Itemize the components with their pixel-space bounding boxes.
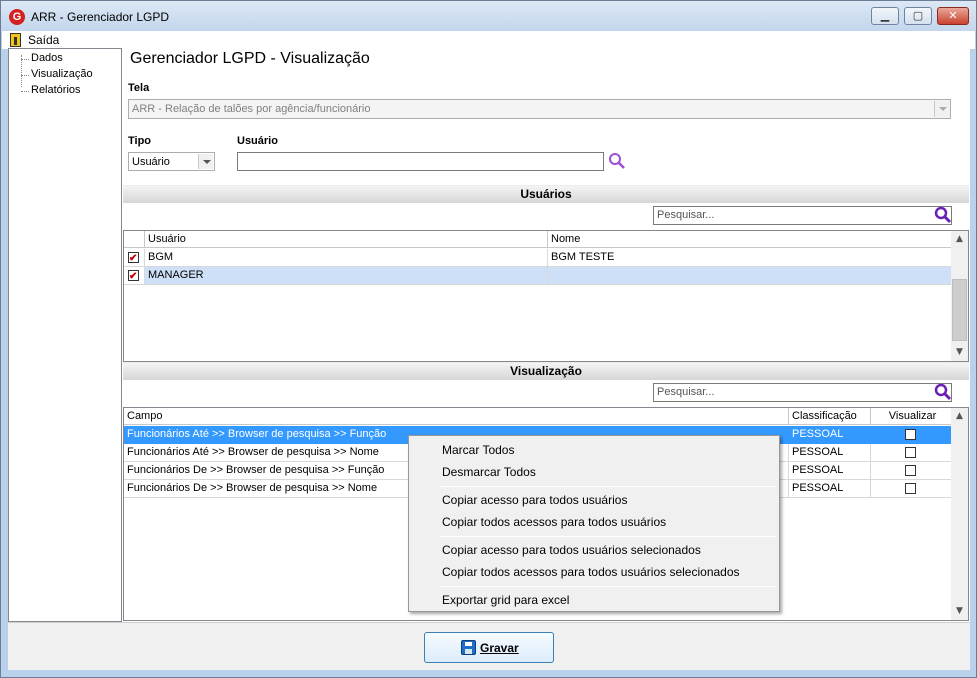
scroll-down-icon[interactable]: ▼: [951, 344, 968, 361]
search-icon[interactable]: [934, 383, 952, 401]
usuario-label: Usuário: [237, 135, 278, 147]
close-button[interactable]: ✕: [937, 7, 969, 25]
tela-combo: ARR - Relação de talões por agência/func…: [128, 99, 951, 119]
page-title: Gerenciador LGPD - Visualização: [130, 50, 370, 67]
usuarios-scrollbar[interactable]: ▲ ▼: [951, 231, 968, 361]
menu-separator: [439, 536, 776, 537]
tipo-select[interactable]: Usuário: [128, 152, 215, 171]
menu-item-copiar-acesso-todos[interactable]: Copiar acesso para todos usuários: [442, 493, 627, 507]
visualizacao-scrollbar[interactable]: ▲ ▼: [951, 408, 968, 620]
visualizar-cell[interactable]: [871, 480, 952, 498]
table-row-selected[interactable]: MANAGER: [124, 267, 952, 285]
checkbox[interactable]: [905, 447, 916, 458]
app-logo-icon: G: [9, 9, 25, 25]
checkbox-checked[interactable]: [128, 250, 139, 266]
visualizacao-section-header: Visualização: [123, 362, 969, 380]
nome-cell: BGM TESTE: [548, 249, 952, 267]
maximize-button[interactable]: ▢: [904, 7, 932, 25]
menu-exit[interactable]: Saída: [28, 33, 59, 47]
nome-cell: [548, 267, 952, 285]
sidebar-item-dados[interactable]: Dados: [9, 52, 63, 64]
menu-item-desmarcar-todos[interactable]: Desmarcar Todos: [442, 465, 536, 479]
usuario-input[interactable]: [237, 152, 604, 171]
sidebar-item-relatorios[interactable]: Relatórios: [9, 84, 81, 96]
visualizar-cell[interactable]: [871, 462, 952, 480]
checkbox[interactable]: [905, 465, 916, 476]
menu-item-copiar-todos-acessos-todos[interactable]: Copiar todos acessos para todos usuários: [442, 515, 666, 529]
save-button-label: Gravar: [480, 641, 519, 655]
menu-separator: [439, 586, 776, 587]
column-header-visualizar[interactable]: Visualizar: [871, 408, 952, 425]
menu-item-copiar-acesso-selecionados[interactable]: Copiar acesso para todos usuários seleci…: [442, 543, 701, 557]
classificacao-cell: PESSOAL: [789, 462, 871, 480]
classificacao-cell: PESSOAL: [789, 480, 871, 498]
row-check-cell[interactable]: [124, 267, 145, 285]
table-row[interactable]: BGM BGM TESTE: [124, 249, 952, 267]
footer-bar: Gravar: [8, 622, 970, 670]
save-button[interactable]: Gravar: [424, 632, 554, 663]
usuarios-grid: Usuário Nome BGM BGM TESTE MANAGER ▲ ▼: [123, 230, 969, 362]
column-header-usuario[interactable]: Usuário: [145, 231, 548, 248]
sidebar-item-visualizacao[interactable]: Visualização: [9, 68, 93, 80]
scroll-up-icon[interactable]: ▲: [951, 231, 968, 248]
context-menu: Marcar Todos Desmarcar Todos Copiar aces…: [408, 435, 780, 612]
column-header-classificacao[interactable]: Classificação: [789, 408, 871, 425]
checkbox-checked[interactable]: [128, 268, 139, 284]
window-title: ARR - Gerenciador LGPD: [31, 10, 170, 24]
chevron-down-icon[interactable]: [198, 154, 213, 169]
menu-separator: [439, 486, 776, 487]
exit-door-icon[interactable]: [10, 33, 21, 47]
menu-item-marcar-todos[interactable]: Marcar Todos: [442, 443, 514, 457]
scroll-track[interactable]: [952, 425, 967, 603]
floppy-disk-icon: [461, 640, 476, 655]
usuarios-section-header: Usuários: [123, 185, 969, 203]
title-bar[interactable]: G ARR - Gerenciador LGPD ▁ ▢ ✕: [1, 1, 976, 31]
minimize-button[interactable]: ▁: [871, 7, 899, 25]
scroll-thumb[interactable]: [952, 279, 967, 341]
search-icon[interactable]: [608, 152, 626, 170]
column-header-campo[interactable]: Campo: [124, 408, 789, 425]
tipo-label: Tipo: [128, 135, 152, 147]
usuario-cell: MANAGER: [145, 267, 548, 285]
visualizacao-search-input[interactable]: Pesquisar...: [653, 383, 952, 402]
search-icon[interactable]: [934, 206, 952, 224]
tela-combo-value: ARR - Relação de talões por agência/func…: [132, 103, 371, 115]
tela-label: Tela: [128, 82, 150, 94]
menu-item-copiar-todos-acessos-selecionados[interactable]: Copiar todos acessos para todos usuários…: [442, 565, 740, 579]
tipo-select-value: Usuário: [132, 156, 170, 168]
classificacao-cell: PESSOAL: [789, 444, 871, 462]
menu-item-exportar-excel[interactable]: Exportar grid para excel: [442, 593, 569, 607]
sidebar-tree: Dados Visualização Relatórios: [8, 48, 122, 622]
classificacao-cell: PESSOAL: [789, 426, 871, 444]
check-column-header: [124, 231, 145, 248]
chevron-down-icon: [934, 101, 949, 117]
checkbox[interactable]: [905, 429, 916, 440]
usuario-cell: BGM: [145, 249, 548, 267]
visualizar-cell[interactable]: [871, 426, 952, 444]
scroll-up-icon[interactable]: ▲: [951, 408, 968, 425]
visualizar-cell[interactable]: [871, 444, 952, 462]
usuarios-search-input[interactable]: Pesquisar...: [653, 206, 952, 225]
checkbox[interactable]: [905, 483, 916, 494]
row-check-cell[interactable]: [124, 249, 145, 267]
column-header-nome[interactable]: Nome: [548, 231, 952, 248]
scroll-down-icon[interactable]: ▼: [951, 603, 968, 620]
menu-bar: Saída: [2, 31, 975, 49]
